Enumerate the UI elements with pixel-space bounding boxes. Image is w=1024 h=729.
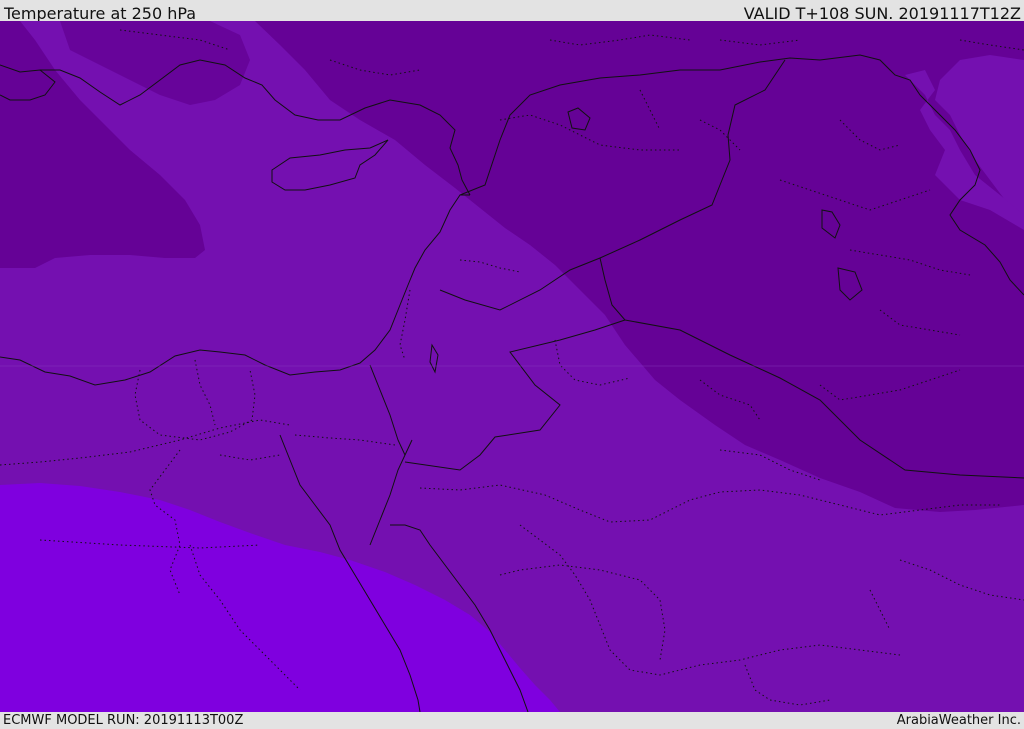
model-run-label: ECMWF MODEL RUN: 20191113T00Z [3, 713, 244, 728]
footer-bar: ECMWF MODEL RUN: 20191113T00Z ArabiaWeat… [0, 712, 1024, 729]
credit-label: ArabiaWeather Inc. [896, 713, 1021, 728]
header-bar: Temperature at 250 hPa VALID T+108 SUN. … [0, 0, 1024, 23]
weather-map[interactable] [0, 21, 1024, 712]
